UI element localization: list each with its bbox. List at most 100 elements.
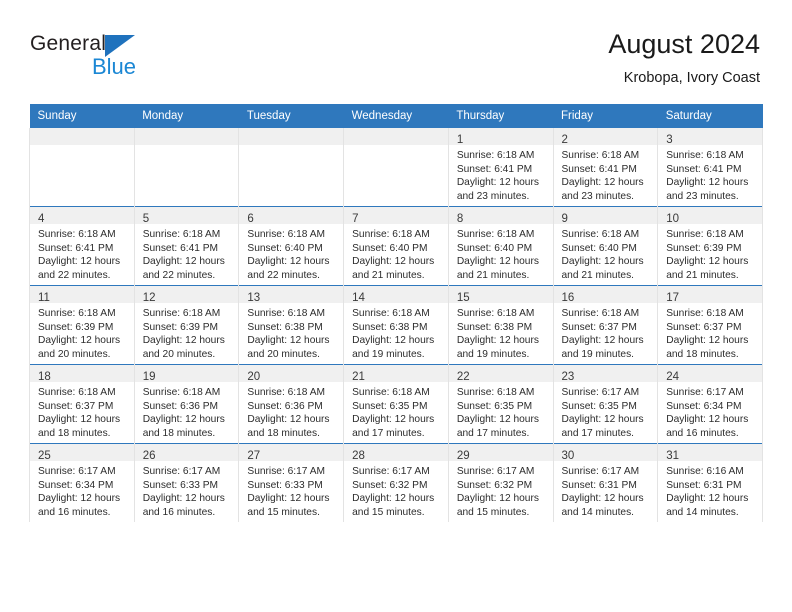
day-detail-list: Sunrise: 6:17 AM Sunset: 6:31 PM Daylight:… (554, 461, 658, 519)
calendar-day-cell[interactable]: 6 Sunrise: 6:18 AM Sunset: 6:40 PM Daylight… (238, 206, 345, 286)
day-number-strip: 3 (658, 128, 762, 146)
calendar-day-cell[interactable]: 29 Sunrise: 6:17 AM Sunset: 6:32 PM Dayligh… (447, 443, 554, 522)
day-number-strip: 8 (448, 207, 553, 225)
calendar-day-cell[interactable]: 23 Sunrise: 6:17 AM Sunset: 6:35 PM Dayligh… (552, 364, 659, 444)
calendar-day-cell[interactable]: 19 Sunrise: 6:18 AM Sunset: 6:36 PM Dayligh… (133, 364, 240, 444)
day-detail-line: Sunset: 6:38 PM (247, 321, 323, 333)
day-number-strip: 21 (344, 365, 448, 383)
day-detail-line: Daylight: 12 hours (352, 335, 435, 347)
page-header: General Blue August 2024 Krobopa, Ivory … (0, 0, 792, 96)
calendar-table: Sunday Monday Tuesday Wednesday Thursday Frid… (29, 104, 763, 522)
calendar-day-cell[interactable]: 26 Sunrise: 6:17 AM Sunset: 6:33 PM Dayligh… (133, 443, 240, 522)
calendar-day-cell[interactable]: 22 Sunrise: 6:18 AM Sunset: 6:35 PM Dayligh… (447, 364, 554, 444)
day-number-strip: 5 (134, 207, 239, 225)
day-detail-list: Sunrise: 6:18 AM Sunset: 6:40 PM Daylight:… (554, 224, 658, 282)
day-detail-line: Daylight: 12 hours (561, 414, 644, 426)
calendar-day-cell[interactable]: 16 Sunrise: 6:18 AM Sunset: 6:37 PM Dayligh… (552, 285, 659, 365)
day-detail-line: Sunrise: 6:18 AM (456, 150, 535, 161)
day-number-strip: 25 (30, 444, 134, 462)
calendar-week-row: 11 Sunrise: 6:18 AM Sunset: 6:39 PM Dayligh… (29, 285, 763, 365)
calendar-day-cell[interactable]: 13 Sunrise: 6:18 AM Sunset: 6:38 PM Dayligh… (238, 285, 345, 365)
calendar-day-cell[interactable]: 15 Sunrise: 6:18 AM Sunset: 6:38 PM Dayligh… (447, 285, 554, 365)
calendar-day-cell[interactable]: 1 Sunrise: 6:18 AM Sunset: 6:41 PM Daylight… (447, 128, 554, 207)
logo-text-blue: Blue (92, 54, 137, 79)
calendar-day-cell[interactable]: 20 Sunrise: 6:18 AM Sunset: 6:36 PM Dayligh… (238, 364, 345, 444)
calendar-day-cell[interactable]: 5 Sunrise: 6:18 AM Sunset: 6:41 PM Daylight… (133, 206, 240, 286)
day-detail-list: Sunrise: 6:18 AM Sunset: 6:40 PM Daylight:… (344, 224, 448, 282)
day-detail-line: and 21 minutes. (456, 269, 530, 281)
day-detail-list (239, 145, 343, 149)
calendar-day-cell[interactable]: 14 Sunrise: 6:18 AM Sunset: 6:38 PM Dayligh… (343, 285, 449, 365)
day-detail-line: Daylight: 12 hours (456, 256, 539, 268)
day-detail-line: Sunrise: 6:18 AM (38, 229, 116, 240)
calendar-day-cell[interactable]: 24 Sunrise: 6:17 AM Sunset: 6:34 PM Dayligh… (657, 364, 763, 444)
calendar-day-cell[interactable]: 11 Sunrise: 6:18 AM Sunset: 6:39 PM Dayligh… (29, 285, 135, 365)
day-detail-line: Sunset: 6:33 PM (247, 479, 323, 491)
calendar-day-cell[interactable]: 17 Sunrise: 6:18 AM Sunset: 6:37 PM Dayligh… (657, 285, 763, 365)
day-number: 16 (561, 292, 575, 304)
calendar-day-cell[interactable]: 10 Sunrise: 6:18 AM Sunset: 6:39 PM Dayligh… (657, 206, 763, 286)
calendar-day-cell[interactable]: 31 Sunrise: 6:16 AM Sunset: 6:31 PM Dayligh… (657, 443, 763, 522)
day-detail-line: Daylight: 12 hours (142, 335, 225, 347)
day-detail-list: Sunrise: 6:17 AM Sunset: 6:32 PM Daylight:… (344, 461, 448, 519)
day-detail-list: Sunrise: 6:18 AM Sunset: 6:37 PM Daylight:… (30, 382, 134, 440)
day-detail-line: Daylight: 12 hours (561, 335, 644, 347)
day-detail-line: Daylight: 12 hours (247, 335, 330, 347)
day-detail-line: Daylight: 12 hours (142, 493, 225, 505)
calendar-day-cell[interactable]: 7 Sunrise: 6:18 AM Sunset: 6:40 PM Daylight… (343, 206, 449, 286)
day-detail-list: Sunrise: 6:16 AM Sunset: 6:31 PM Daylight:… (658, 461, 762, 519)
day-detail-list: Sunrise: 6:18 AM Sunset: 6:37 PM Daylight:… (658, 303, 762, 361)
calendar-cell-empty (238, 128, 345, 207)
day-detail-list: Sunrise: 6:18 AM Sunset: 6:39 PM Daylight:… (30, 303, 134, 361)
day-detail-line: and 18 minutes. (38, 427, 111, 439)
day-number: 4 (38, 213, 45, 225)
day-detail-line: and 18 minutes. (142, 427, 216, 439)
day-detail-line: Daylight: 12 hours (666, 256, 749, 268)
day-detail-line: Sunset: 6:32 PM (352, 479, 428, 491)
day-number: 12 (142, 292, 156, 304)
day-detail-line: and 20 minutes. (247, 348, 320, 360)
day-detail-list: Sunrise: 6:18 AM Sunset: 6:41 PM Daylight:… (30, 224, 134, 282)
day-detail-list: Sunrise: 6:18 AM Sunset: 6:38 PM Daylight:… (239, 303, 343, 361)
day-number: 29 (456, 450, 470, 462)
calendar-day-cell[interactable]: 8 Sunrise: 6:18 AM Sunset: 6:40 PM Daylight… (447, 206, 554, 286)
day-number: 18 (38, 371, 51, 383)
day-detail-line: Sunset: 6:37 PM (561, 321, 637, 333)
day-detail-line: Sunrise: 6:17 AM (247, 466, 325, 477)
day-detail-list: Sunrise: 6:18 AM Sunset: 6:36 PM Daylight:… (239, 382, 343, 440)
calendar-day-cell[interactable]: 2 Sunrise: 6:18 AM Sunset: 6:41 PM Daylight… (552, 128, 659, 207)
day-detail-line: Sunset: 6:41 PM (38, 242, 114, 254)
day-detail-line: Daylight: 12 hours (456, 335, 539, 347)
day-number-strip: 12 (134, 286, 239, 304)
day-detail-line: Sunrise: 6:18 AM (561, 229, 640, 240)
calendar-day-cell[interactable]: 4 Sunrise: 6:18 AM Sunset: 6:41 PM Daylight… (29, 206, 135, 286)
calendar-day-cell[interactable]: 12 Sunrise: 6:18 AM Sunset: 6:39 PM Dayligh… (133, 285, 240, 365)
calendar-day-cell[interactable]: 30 Sunrise: 6:17 AM Sunset: 6:31 PM Dayligh… (552, 443, 659, 522)
day-number-strip: 1 (448, 128, 553, 146)
calendar-day-cell[interactable]: 9 Sunrise: 6:18 AM Sunset: 6:40 PM Daylight… (552, 206, 659, 286)
calendar-day-cell[interactable]: 28 Sunrise: 6:17 AM Sunset: 6:32 PM Dayligh… (343, 443, 449, 522)
calendar-day-cell[interactable]: 18 Sunrise: 6:18 AM Sunset: 6:37 PM Dayligh… (29, 364, 135, 444)
day-number-strip: 11 (30, 286, 134, 304)
day-detail-line: Daylight: 12 hours (561, 177, 644, 189)
calendar-day-cell[interactable]: 21 Sunrise: 6:18 AM Sunset: 6:35 PM Dayligh… (343, 364, 449, 444)
day-detail-list: Sunrise: 6:18 AM Sunset: 6:38 PM Daylight:… (449, 303, 553, 361)
calendar-day-cell[interactable]: 27 Sunrise: 6:17 AM Sunset: 6:33 PM Dayligh… (238, 443, 345, 522)
day-detail-list: Sunrise: 6:17 AM Sunset: 6:35 PM Daylight:… (554, 382, 658, 440)
day-detail-line: Daylight: 12 hours (561, 256, 644, 268)
day-detail-line: and 22 minutes. (38, 269, 111, 281)
calendar-week-row: 25 Sunrise: 6:17 AM Sunset: 6:34 PM Dayligh… (29, 443, 763, 522)
day-number-strip: 2 (553, 128, 658, 146)
day-number: 7 (352, 213, 359, 225)
general-blue-logo[interactable]: General Blue (30, 32, 210, 84)
day-detail-line: Sunrise: 6:18 AM (561, 308, 640, 319)
day-number: 26 (142, 450, 156, 462)
day-number: 6 (247, 213, 254, 225)
day-detail-line: Sunrise: 6:18 AM (142, 308, 221, 319)
day-detail-line: Daylight: 12 hours (456, 414, 539, 426)
calendar-day-cell[interactable]: 25 Sunrise: 6:17 AM Sunset: 6:34 PM Dayligh… (29, 443, 135, 522)
day-detail-line: Sunrise: 6:18 AM (38, 387, 116, 398)
calendar-day-cell[interactable]: 3 Sunrise: 6:18 AM Sunset: 6:41 PM Daylight… (657, 128, 763, 207)
day-detail-line: Sunset: 6:41 PM (456, 163, 533, 175)
day-detail-list: Sunrise: 6:18 AM Sunset: 6:41 PM Daylight:… (554, 145, 658, 203)
